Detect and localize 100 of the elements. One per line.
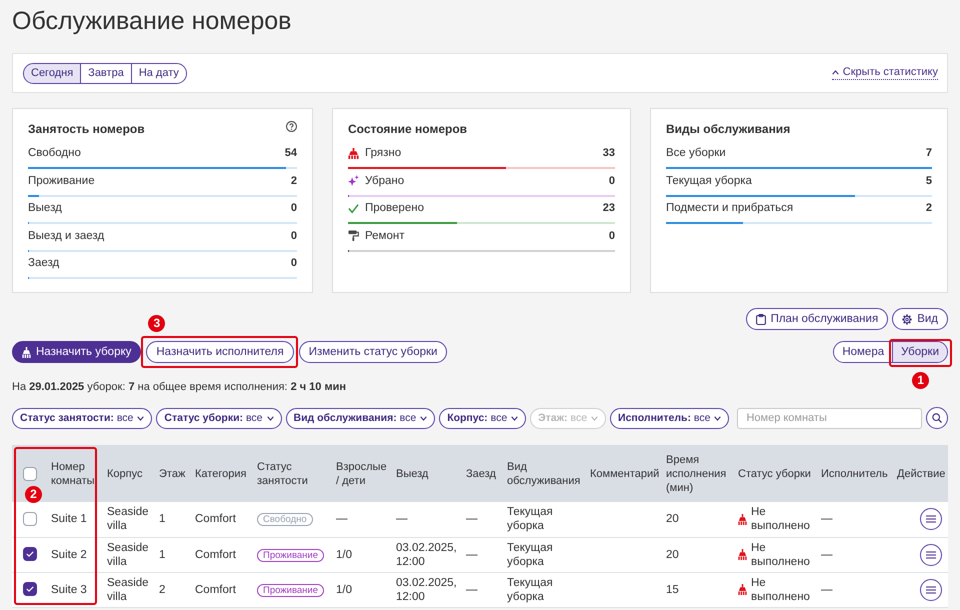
stat-value: 2 <box>926 202 932 214</box>
service-type: Текущая уборка <box>507 576 553 602</box>
filter-dropdown[interactable]: Исполнитель: все <box>610 408 730 428</box>
room-number: Suite 2 <box>51 548 87 560</box>
cleaning-status-text: Не выполнено <box>751 576 811 604</box>
occupancy-tag: Проживание <box>257 548 324 562</box>
filter-dropdown[interactable]: Статус уборки: все <box>156 408 282 428</box>
stat-label: Выезд <box>28 202 62 214</box>
floor-number: 1 <box>159 548 166 560</box>
date-tab[interactable]: Сегодня <box>24 64 80 82</box>
highlight-frame <box>889 339 952 367</box>
checkbox[interactable] <box>23 466 37 481</box>
column-header: Выезд <box>390 445 460 502</box>
column-header: Статус уборки <box>732 445 815 502</box>
checkbox[interactable] <box>23 512 37 526</box>
card-title: Состояние номеров <box>348 122 468 136</box>
departure-time: 03.02.2025, 12:00 <box>396 576 457 602</box>
chevron-down-icon <box>714 416 722 420</box>
room-number: Suite 1 <box>51 513 87 526</box>
stat-label: Грязно <box>365 147 402 159</box>
broom-icon <box>738 514 747 525</box>
column-header: Заезд <box>460 445 501 502</box>
date-tab[interactable]: На дату <box>130 64 186 82</box>
stat-value: 0 <box>290 230 297 242</box>
chevron-down-icon <box>420 416 428 420</box>
stat-label: Убрано <box>365 174 404 186</box>
card-title: Виды обслуживания <box>666 122 790 136</box>
column-header: Номер комнаты <box>45 445 101 502</box>
executor-name: — <box>821 584 832 596</box>
hide-stats-link[interactable]: Скрыть статистику <box>832 66 938 80</box>
building-name: Seaside villa <box>107 576 149 602</box>
stat-value: 54 <box>284 147 297 159</box>
stat-label: Проверено <box>365 202 424 214</box>
checkbox[interactable] <box>23 547 37 562</box>
cleaning-status-text: Не выполнено <box>751 540 811 568</box>
column-header: Этаж <box>153 445 189 502</box>
row-menu-button[interactable] <box>920 544 942 566</box>
chevron-down-icon <box>591 416 598 420</box>
clipboard-icon <box>756 314 766 324</box>
room-number: Suite 3 <box>51 584 87 596</box>
plan-button[interactable]: План обслуживания <box>746 308 888 330</box>
occupancy-tag: Свободно <box>257 513 313 526</box>
card-title: Занятость номеров <box>28 122 145 136</box>
broom-icon <box>22 346 31 358</box>
room-search-field[interactable]: Номер комнаты <box>737 408 922 428</box>
stat-value: 0 <box>608 230 615 242</box>
duration: 15 <box>666 584 679 596</box>
view-settings-button[interactable]: Вид <box>892 308 948 330</box>
column-header: Исполнитель <box>815 445 892 502</box>
column-header: Время исполнения (мин) <box>660 445 732 502</box>
occupancy-tag: Проживание <box>257 584 324 596</box>
stat-value: 2 <box>290 174 297 186</box>
column-header: Категория <box>189 445 251 502</box>
view-toggle-tab[interactable]: Уборки <box>893 342 947 362</box>
action-button[interactable]: Изменить статус уборки <box>298 341 448 363</box>
step-badge: 3 <box>148 315 166 332</box>
checkbox[interactable] <box>23 582 37 596</box>
column-header: Вид обслуживания <box>501 445 584 502</box>
action-button[interactable]: Назначить уборку <box>12 341 142 363</box>
cleaning-status-text: Не выполнено <box>751 505 811 534</box>
filter-dropdown[interactable]: Корпус: все <box>439 408 526 428</box>
stat-value: 7 <box>926 147 932 159</box>
check-icon <box>26 586 34 592</box>
help-icon[interactable] <box>286 120 297 132</box>
guest-count: 1/0 <box>336 584 352 596</box>
column-header: Взрослые / дети <box>330 445 390 502</box>
step-badge: 1 <box>912 372 930 389</box>
building-name: Seaside villa <box>107 542 149 568</box>
filter-dropdown[interactable]: Вид обслуживания: все <box>286 408 436 428</box>
stat-value: 0 <box>290 202 297 214</box>
arrival-time: — <box>466 513 478 526</box>
stat-value: 23 <box>602 202 615 214</box>
service-type: Текущая уборка <box>507 542 553 568</box>
arrival-time: — <box>466 584 478 596</box>
search-button[interactable] <box>926 407 948 429</box>
settings-icon <box>902 314 912 324</box>
menu-icon <box>926 515 936 524</box>
view-toggle-tab[interactable]: Номера <box>834 342 894 362</box>
stat-label: Подмести и прибраться <box>666 202 794 214</box>
menu-icon <box>926 586 936 594</box>
stat-label: Выезд и заезд <box>28 230 104 242</box>
arrival-time: — <box>466 548 478 560</box>
action-button[interactable]: Назначить исполнителя <box>146 341 294 363</box>
stat-label: Свободно <box>28 147 81 159</box>
executor-name: — <box>821 513 832 526</box>
duration: 20 <box>666 548 679 560</box>
departure-time: — <box>396 513 408 526</box>
row-menu-button[interactable] <box>920 508 942 530</box>
category-name: Comfort <box>195 584 236 596</box>
category-name: Comfort <box>195 513 236 526</box>
column-header: Комментарий <box>584 445 660 502</box>
search-icon <box>932 413 942 423</box>
page-title: Обслуживание номеров <box>12 6 292 37</box>
filter-dropdown[interactable]: Статус занятости: все <box>12 408 152 428</box>
stat-label: Проживание <box>28 174 95 186</box>
row-menu-button[interactable] <box>920 578 942 600</box>
stat-label: Текущая уборка <box>666 174 752 186</box>
broom-icon <box>738 584 747 595</box>
category-name: Comfort <box>195 548 236 560</box>
column-header: Действие <box>892 445 948 502</box>
